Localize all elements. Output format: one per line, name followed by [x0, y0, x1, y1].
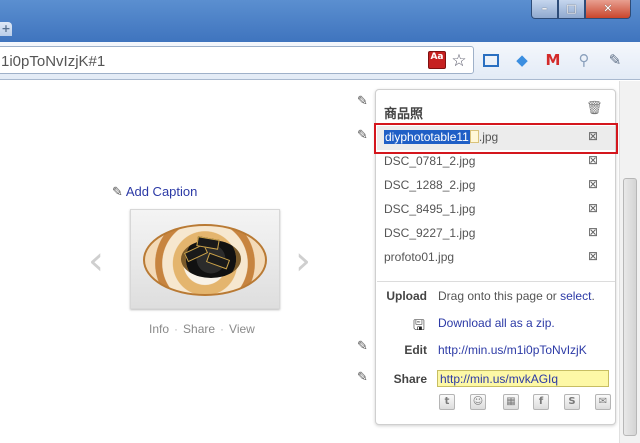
- file-name: DSC_8495_1.jpg: [384, 202, 476, 216]
- trash-icon[interactable]: 🗑: [586, 101, 603, 116]
- page-content: ✎ Add Caption ‹ › Info · Share · View ✎ ✎ ✎ …: [0, 81, 640, 443]
- add-caption-label: Add Caption: [125, 184, 198, 199]
- file-row[interactable]: DSC_0781_2.jpg ⊠: [377, 150, 615, 174]
- download-zip-link[interactable]: Download all as a zip.: [438, 316, 555, 330]
- edit-filename-pencil-icon[interactable]: ✎: [357, 128, 368, 143]
- photo-thumbnail[interactable]: [130, 209, 280, 309]
- myspace-icon[interactable]: ☺: [470, 394, 486, 410]
- photo-actions: Info · Share · View: [149, 322, 255, 336]
- minimize-button[interactable]: –: [531, 0, 558, 19]
- edit-share-pencil-icon[interactable]: ✎: [357, 370, 368, 385]
- add-caption-link[interactable]: ✎ Add Caption: [112, 184, 197, 200]
- address-bar[interactable]: 1i0pToNvIzjK#1 Aa ☆: [0, 46, 474, 74]
- facebook-icon[interactable]: f: [533, 394, 549, 410]
- share-link[interactable]: Share: [183, 322, 215, 336]
- edit-title-pencil-icon[interactable]: ✎: [357, 94, 368, 109]
- new-tab-button[interactable]: +: [0, 22, 12, 36]
- file-row[interactable]: profoto01.jpg ⊠: [377, 246, 615, 270]
- stumbleupon-icon[interactable]: S: [564, 394, 580, 410]
- gmail-icon[interactable]: M: [543, 51, 563, 71]
- file-row[interactable]: DSC_9227_1.jpg ⊠: [377, 222, 615, 246]
- browser-toolbar: 1i0pToNvIzjK#1 Aa ☆ ◆ M ⚲ ✎: [0, 42, 640, 80]
- next-arrow-icon[interactable]: ›: [295, 241, 311, 281]
- window-titlebar: + – □ ✕: [0, 0, 640, 42]
- edit-label: Edit: [404, 343, 427, 357]
- gallery-panel: 商品照 🗑 diyphototable11 .jpg ⊠ DSC_0781_2.j…: [374, 89, 618, 425]
- file-name: DSC_1288_2.jpg: [384, 178, 476, 192]
- panel-divider: [377, 281, 615, 282]
- view-link[interactable]: View: [229, 322, 255, 336]
- twitter-icon[interactable]: t: [439, 394, 455, 410]
- vertical-scrollbar[interactable]: [619, 81, 640, 443]
- info-link[interactable]: Info: [149, 322, 169, 336]
- search-icon[interactable]: ⚲: [574, 51, 594, 71]
- pdf-icon[interactable]: Aa: [428, 51, 446, 69]
- select-files-link[interactable]: select: [560, 289, 591, 303]
- file-row[interactable]: DSC_1288_2.jpg ⊠: [377, 174, 615, 198]
- capture-icon[interactable]: [481, 51, 501, 71]
- url-text[interactable]: 1i0pToNvIzjK#1: [1, 53, 105, 70]
- maximize-button[interactable]: □: [558, 0, 585, 19]
- scroll-thumb[interactable]: [623, 178, 637, 436]
- previous-arrow-icon[interactable]: ‹: [88, 241, 104, 281]
- email-icon[interactable]: ✉: [595, 394, 611, 410]
- star-icon[interactable]: ☆: [450, 51, 468, 71]
- delicious-icon[interactable]: ▦: [503, 394, 519, 410]
- pencil-icon: ✎: [112, 185, 123, 200]
- gallery-title[interactable]: 商品照: [384, 103, 423, 122]
- remove-file-icon[interactable]: ⊠: [586, 177, 600, 191]
- edit-url-pencil-icon[interactable]: ✎: [357, 339, 368, 354]
- edit-url-link[interactable]: http://min.us/m1i0pToNvIzjK: [438, 343, 587, 357]
- tin-image: [143, 224, 267, 296]
- wrench-icon[interactable]: ✎: [605, 51, 625, 71]
- remove-file-icon[interactable]: ⊠: [586, 249, 600, 263]
- upload-label: Upload: [386, 289, 427, 303]
- remove-file-icon[interactable]: ⊠: [586, 153, 600, 167]
- file-name: DSC_9227_1.jpg: [384, 226, 476, 240]
- remove-file-icon[interactable]: ⊠: [586, 225, 600, 239]
- bird-icon[interactable]: ◆: [512, 51, 532, 71]
- file-name: DSC_0781_2.jpg: [384, 154, 476, 168]
- file-name: profoto01.jpg: [384, 250, 455, 264]
- file-row[interactable]: DSC_8495_1.jpg ⊠: [377, 198, 615, 222]
- share-label: Share: [393, 372, 427, 386]
- file-row-editing[interactable]: diyphototable11 .jpg ⊠: [374, 123, 618, 154]
- close-window-button[interactable]: ✕: [585, 0, 631, 19]
- upload-instructions: Drag onto this page or select.: [438, 289, 595, 303]
- share-url-field[interactable]: http://min.us/mvkAGIq: [437, 370, 609, 387]
- remove-file-icon[interactable]: ⊠: [586, 201, 600, 215]
- download-disk-icon[interactable]: 🖫: [413, 315, 425, 339]
